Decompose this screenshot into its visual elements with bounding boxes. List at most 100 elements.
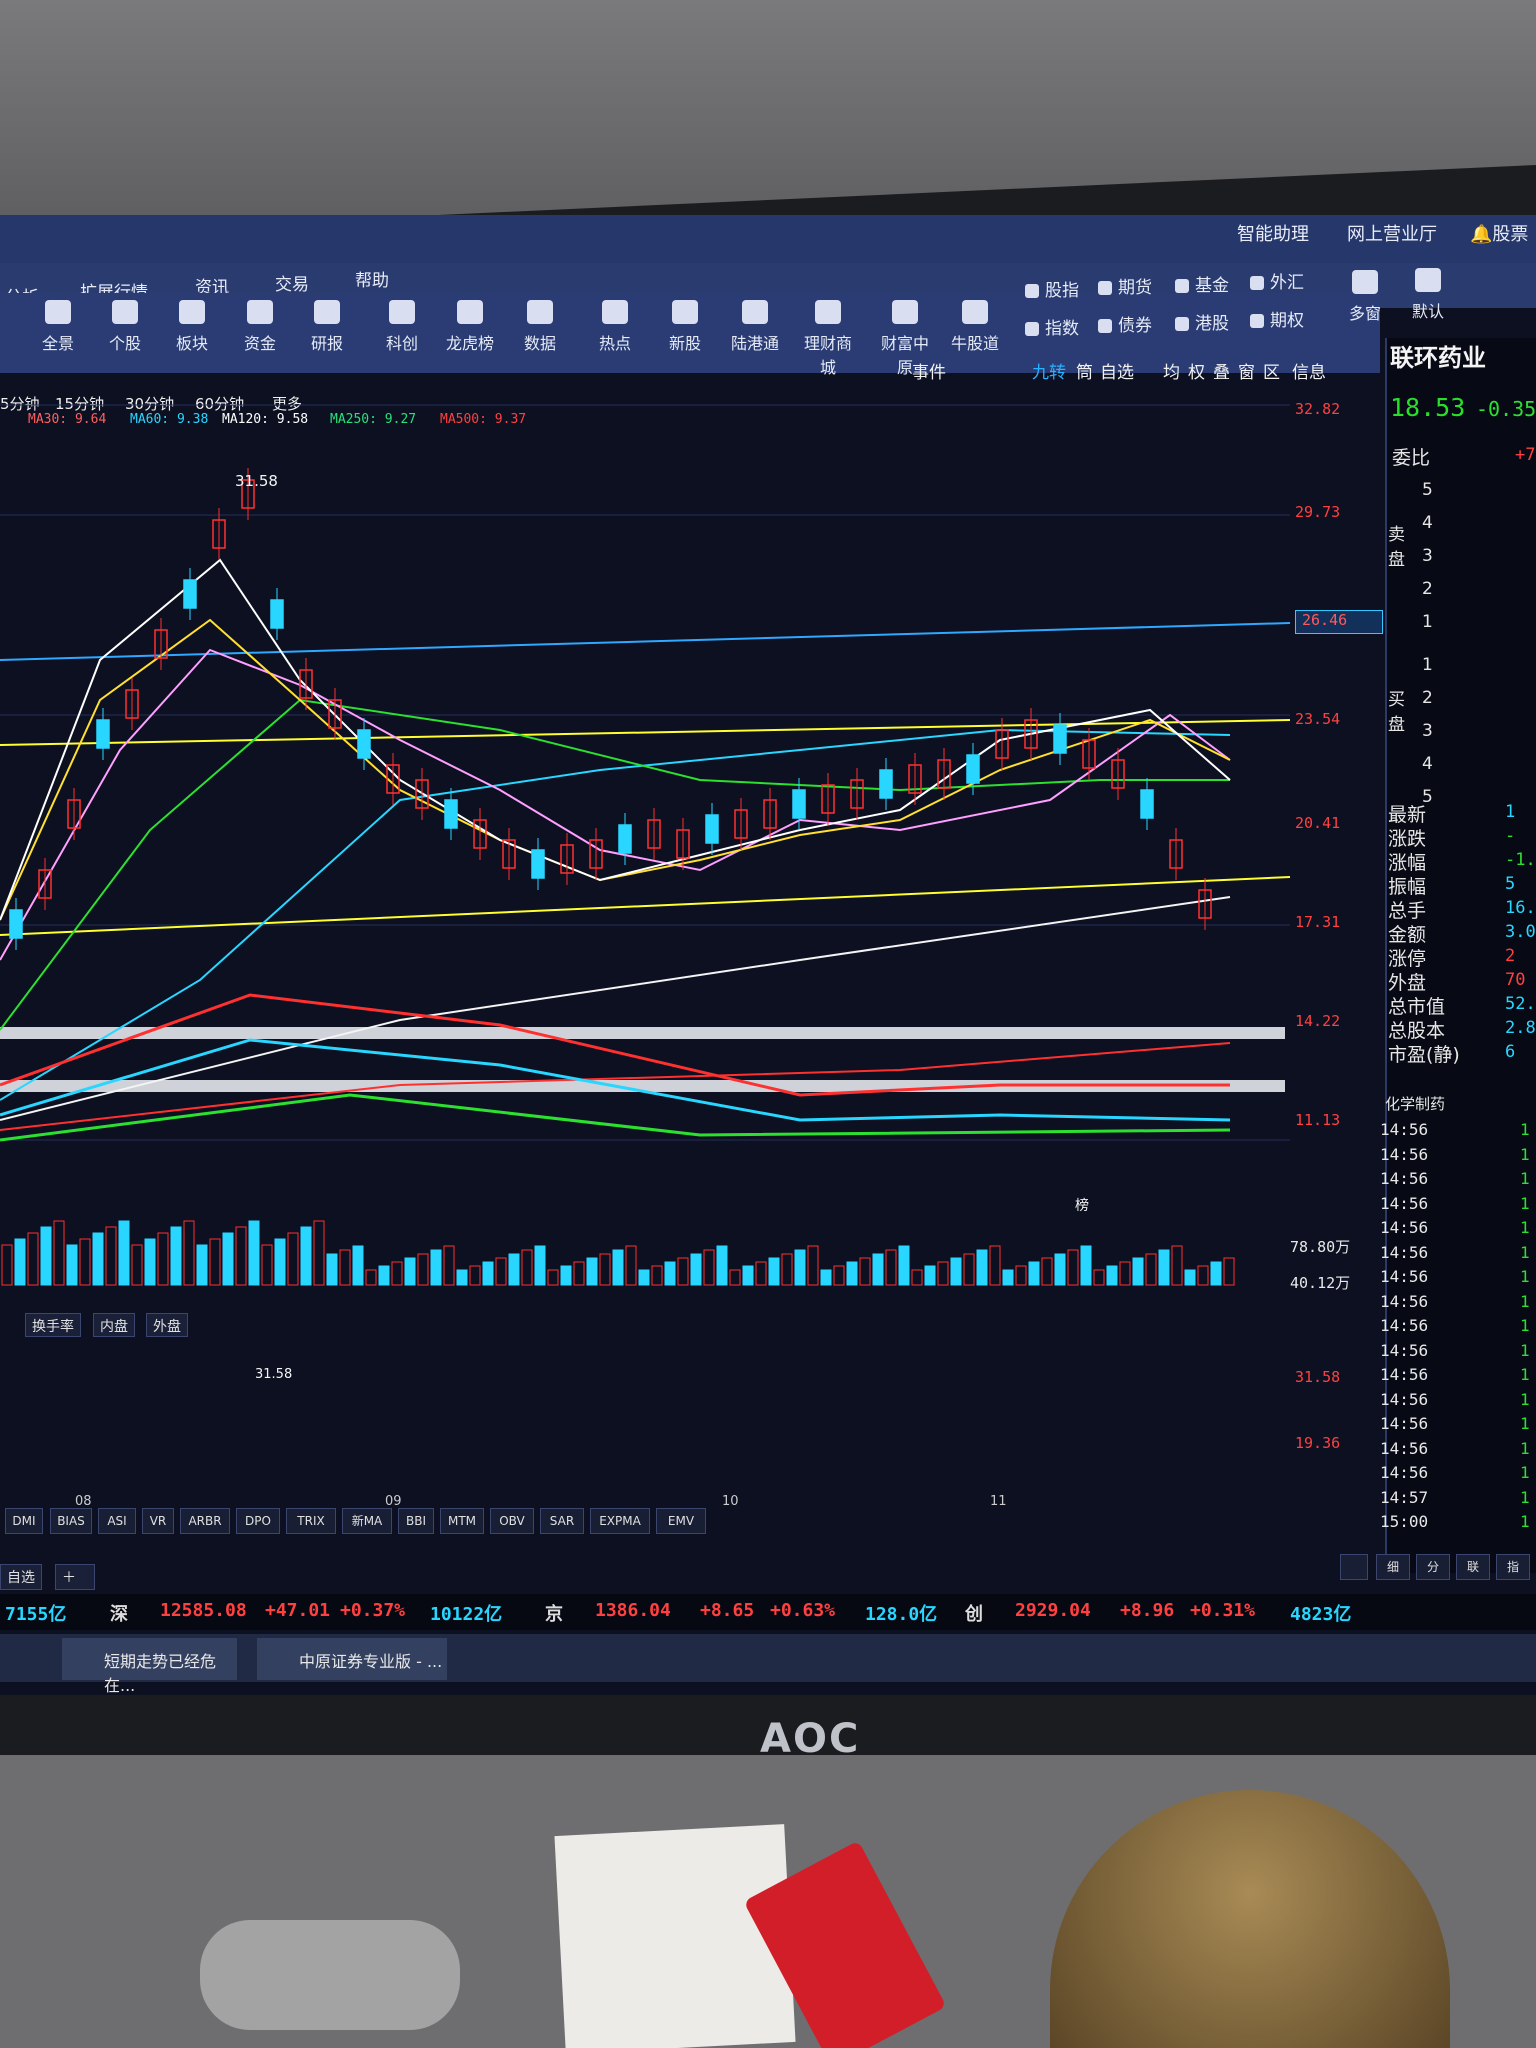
task-browser[interactable]: 短期走势已经危在... <box>62 1638 237 1695</box>
volume-bar <box>1210 1261 1222 1286</box>
index-item: 4823亿 <box>1290 1604 1352 1625</box>
volume-bar <box>40 1226 52 1286</box>
cmd-info[interactable]: 信息 <box>1292 358 1326 383</box>
tick-time: 14:56 <box>1380 1316 1429 1335</box>
ind-obv[interactable]: OBV <box>490 1508 534 1534</box>
ma10-line <box>0 618 1231 921</box>
ind-dpo[interactable]: DPO <box>236 1508 280 1534</box>
tool-connect[interactable]: 陆港通 <box>725 300 785 354</box>
add-watch-button[interactable]: ＋ <box>55 1564 95 1590</box>
ind-expma[interactable]: EXPMA <box>590 1508 650 1534</box>
side-tab-index[interactable]: 指 <box>1496 1554 1530 1580</box>
kline-chart[interactable]: 31.58 31.58 榜 <box>0 380 1290 1510</box>
btn-fund[interactable]: 基金 <box>1175 271 1229 296</box>
ind-emv[interactable]: EMV <box>656 1508 706 1534</box>
stat-value: 2 <box>1505 946 1516 966</box>
volume-bar <box>833 1265 845 1286</box>
index-item: +47.01 <box>265 1600 331 1621</box>
index-item: 1386.04 <box>595 1600 671 1621</box>
btn-options[interactable]: 期权 <box>1250 306 1304 331</box>
side-tab-detail[interactable]: 细 <box>1376 1554 1410 1580</box>
tool-mall[interactable]: 理财商城 <box>798 300 858 378</box>
stock-name: 联环药业 <box>1390 343 1486 372</box>
tool-research-label: 研报 <box>310 334 343 353</box>
tool-bull[interactable]: 牛股道 <box>945 300 1005 354</box>
tool-research[interactable]: 研报 <box>297 300 357 354</box>
vol-tab-inner[interactable]: 内盘 <box>93 1313 135 1337</box>
volume-bar <box>664 1261 676 1286</box>
tool-hot[interactable]: 热点 <box>585 300 645 354</box>
ind-asi[interactable]: ASI <box>98 1508 136 1534</box>
volume-bar <box>508 1253 520 1286</box>
volume-bar <box>378 1265 390 1286</box>
btn-hk[interactable]: 港股 <box>1175 309 1229 334</box>
volume-bar <box>1080 1245 1092 1286</box>
ind-bias[interactable]: BIAS <box>50 1508 92 1534</box>
ind-sar[interactable]: SAR <box>540 1508 584 1534</box>
volume-bar <box>547 1269 559 1286</box>
tool-stock[interactable]: 个股 <box>95 300 155 354</box>
btn-stock-index[interactable]: 股指 <box>1025 276 1079 301</box>
document-icon <box>672 300 698 324</box>
tick-value: 1 <box>1520 1365 1530 1384</box>
task-trading-app[interactable]: 中原证券专业版 - ... <box>257 1638 447 1680</box>
tick-value: 1 <box>1520 1218 1530 1237</box>
watchlist-tab[interactable]: 自选 <box>0 1564 42 1590</box>
stat-label: 市盈(静) <box>1388 1044 1460 1066</box>
bell-icon[interactable]: 🔔股票 <box>1470 220 1528 246</box>
ind-vr[interactable]: VR <box>142 1508 174 1534</box>
ind-newma[interactable]: 新MA <box>342 1508 392 1534</box>
tool-dragon[interactable]: 龙虎榜 <box>440 300 500 354</box>
side-tab-minute[interactable]: 分 <box>1416 1554 1450 1580</box>
btn-futures[interactable]: 期货 <box>1098 273 1152 298</box>
volume-bar <box>885 1249 897 1286</box>
order-level: 4 <box>1422 513 1433 533</box>
support-line-yellow[interactable] <box>0 876 1290 936</box>
vol-tab-outer[interactable]: 外盘 <box>146 1313 188 1337</box>
tick-time: 14:56 <box>1380 1463 1429 1482</box>
side-tab-settings[interactable] <box>1340 1554 1368 1580</box>
volume-bar <box>612 1249 624 1286</box>
tick-time: 15:00 <box>1380 1512 1429 1531</box>
volume-bar <box>326 1253 338 1286</box>
tool-sector[interactable]: 板块 <box>162 300 222 354</box>
menu-help[interactable]: 帮助 <box>355 266 389 291</box>
tool-ipo[interactable]: 新股 <box>655 300 715 354</box>
ind-mtm[interactable]: MTM <box>440 1508 484 1534</box>
menu-trade[interactable]: 交易 <box>275 270 309 295</box>
order-ratio-label: 委比 <box>1392 447 1431 469</box>
vol-tab-turnover[interactable]: 换手率 <box>25 1313 81 1337</box>
tool-ipo-label: 新股 <box>668 334 701 353</box>
ind-dmi[interactable]: DMI <box>5 1508 43 1534</box>
volume-bar <box>14 1238 26 1286</box>
tool-overview[interactable]: 全景 <box>28 300 88 354</box>
tick-time: 14:56 <box>1380 1193 1429 1213</box>
assistant-button[interactable]: 智能助理 <box>1237 220 1309 246</box>
side-tab-link[interactable]: 联 <box>1456 1554 1490 1580</box>
btn-forex[interactable]: 外汇 <box>1250 268 1304 293</box>
btn-index[interactable]: 指数 <box>1025 314 1079 339</box>
stat-value: 2.8 <box>1505 1018 1536 1038</box>
order-level: 1 <box>1422 655 1433 675</box>
ind-trix[interactable]: TRIX <box>286 1508 336 1534</box>
volume-bar <box>1 1244 13 1286</box>
volume-bar <box>768 1257 780 1286</box>
online-hall-button[interactable]: 网上营业厅 <box>1347 220 1437 246</box>
resistance-line-blue[interactable] <box>0 622 1290 661</box>
volume-bar <box>27 1232 39 1286</box>
volume-bar <box>352 1245 364 1286</box>
index-item: 深 <box>110 1604 128 1625</box>
btn-multi-window[interactable]: 多窗 <box>1335 270 1395 324</box>
volume-bar <box>443 1245 455 1286</box>
tool-data[interactable]: 数据 <box>510 300 570 354</box>
tool-star[interactable]: 科创 <box>372 300 432 354</box>
volume-bar <box>729 1269 741 1286</box>
ind-bbi[interactable]: BBI <box>398 1508 434 1534</box>
ind-arbr[interactable]: ARBR <box>180 1508 230 1534</box>
btn-bond[interactable]: 债券 <box>1098 311 1152 336</box>
layers-icon <box>179 300 205 324</box>
tool-funds[interactable]: 资金 <box>230 300 290 354</box>
btn-default[interactable]: 默认 <box>1398 268 1458 322</box>
volume-bar <box>404 1257 416 1286</box>
tick-value: 1 <box>1520 1291 1530 1311</box>
